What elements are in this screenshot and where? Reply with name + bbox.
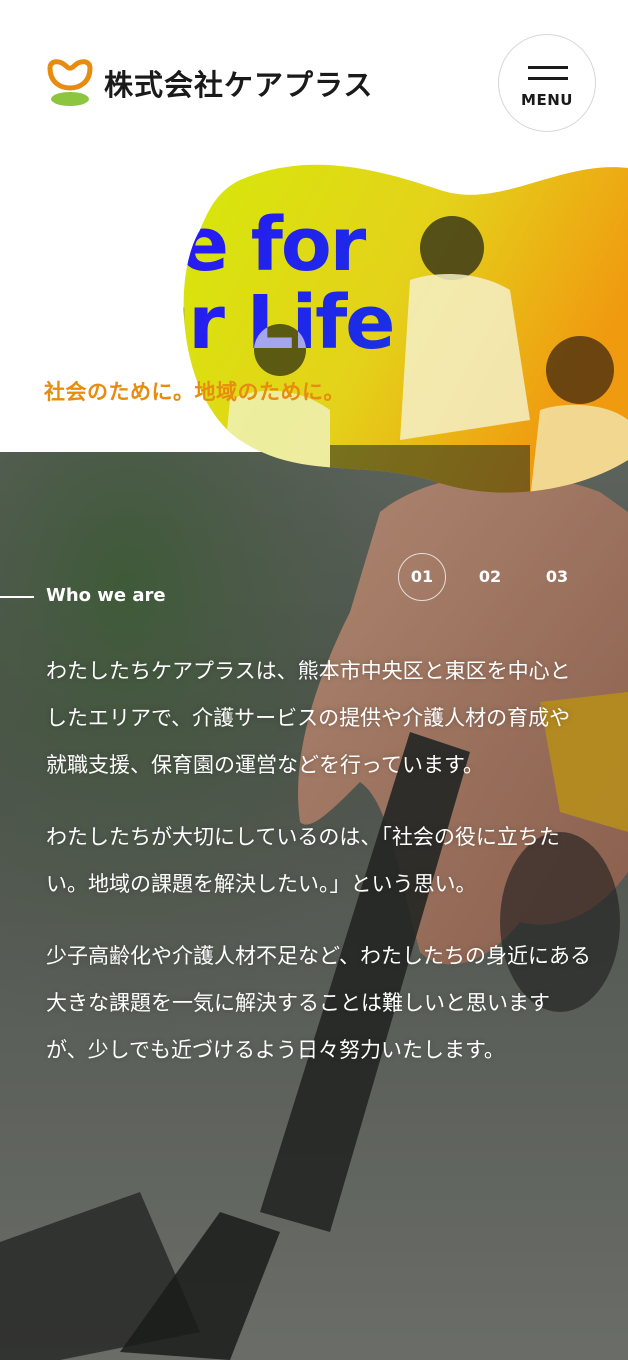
section-label: Who we are [46,585,166,606]
pager-item-01[interactable]: 01 [398,553,446,601]
hero-subtitle: 社会のために。地域のために。 [44,380,345,404]
about-body: わたしたちケアプラスは、熊本市中央区と東区を中心としたエリアで、介護サービスの提… [46,648,591,1099]
hero-title-line1: Care for [44,202,366,288]
section-divider-line [0,596,34,598]
about-paragraph: 少子高齢化や介護人材不足など、わたしたちの身近にある大きな課題を一気に解決するこ… [46,944,591,1062]
about-paragraph: わたしたちケアプラスは、熊本市中央区と東区を中心としたエリアで、介護サービスの提… [46,659,571,777]
hero-title: Care for Your Life [44,206,395,362]
hero: Care for Your Life [0,0,628,500]
about-paragraph: わたしたちが大切にしているのは、「社会の役に立ちたい。地域の課題を解決したい。」… [46,825,560,896]
pager-item-02[interactable]: 02 [466,553,514,601]
hero-title-line2: Your Life [44,280,395,366]
pager-item-03[interactable]: 03 [533,553,581,601]
